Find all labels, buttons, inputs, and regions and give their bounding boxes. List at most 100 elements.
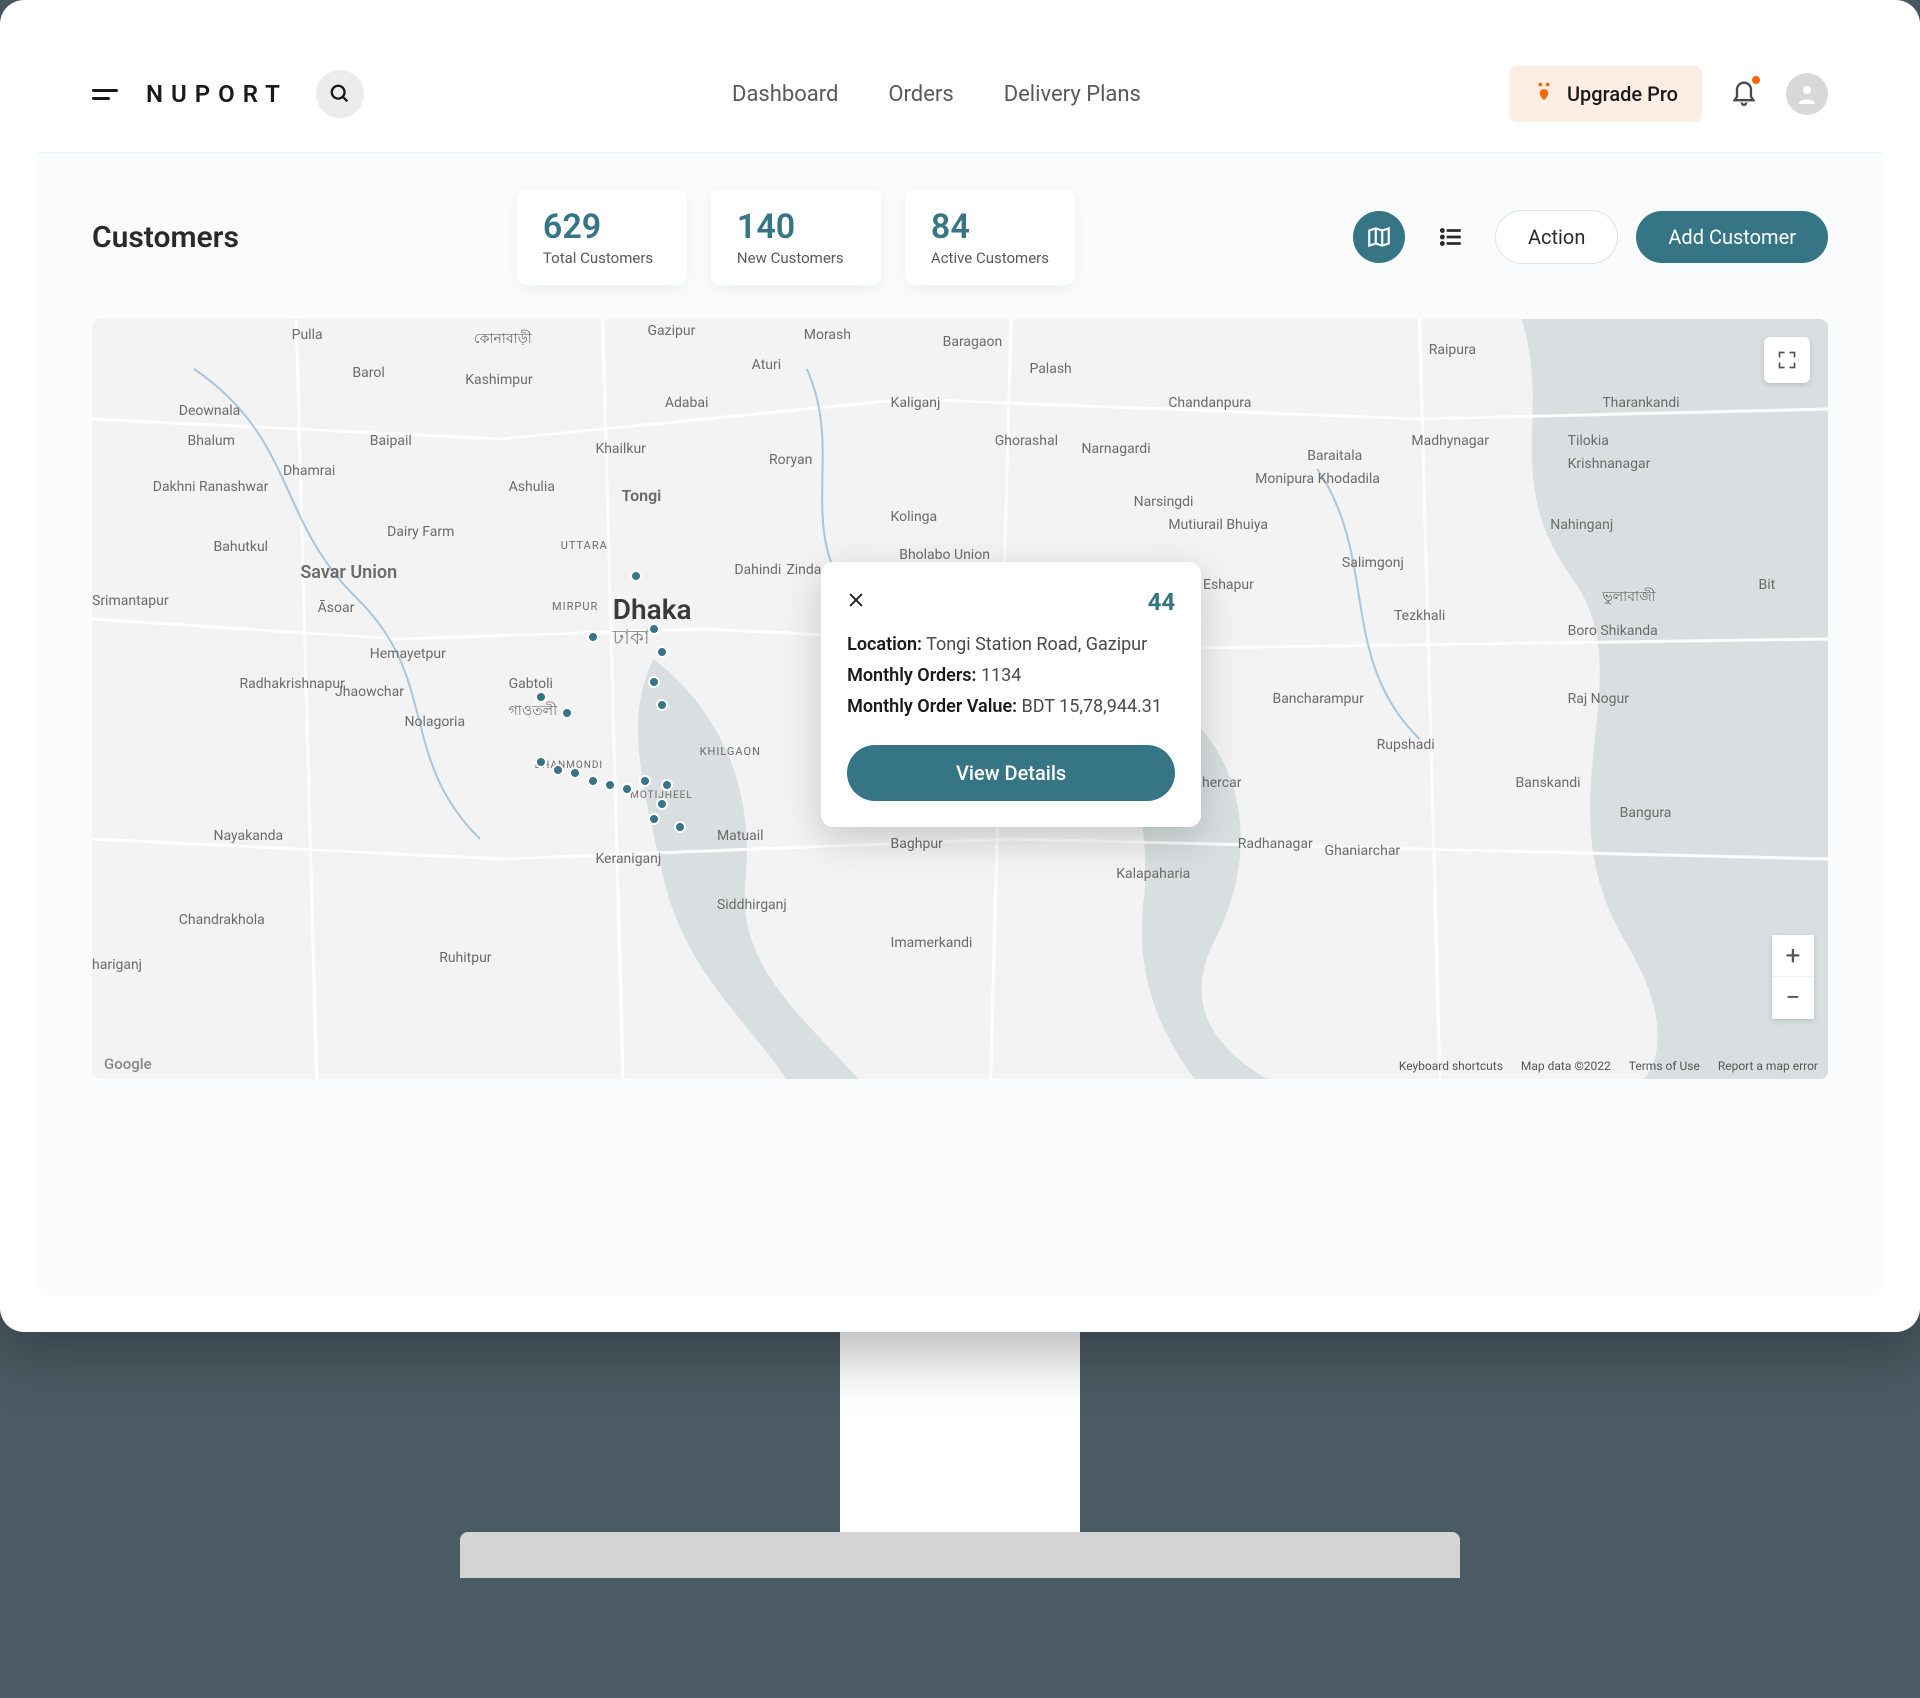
map-label-madhynagar: Madhynagar	[1411, 433, 1489, 449]
customer-marker[interactable]	[621, 783, 633, 795]
map-label-gaotali: গাওতলী	[509, 699, 557, 723]
nav-delivery-plans[interactable]: Delivery Plans	[1004, 82, 1141, 107]
keyboard-shortcuts-link[interactable]: Keyboard shortcuts	[1399, 1059, 1503, 1073]
action-button[interactable]: Action	[1495, 210, 1618, 264]
map-label-roryan: Roryan	[769, 452, 812, 468]
map-canvas[interactable]: Dhaka ঢাকা Tongi Savar Union Gazipur UTT…	[92, 319, 1828, 1079]
map-label-matuail: Matuail	[717, 828, 764, 844]
notifications-button[interactable]	[1730, 78, 1758, 110]
view-toggle	[1353, 211, 1477, 263]
customer-marker[interactable]	[604, 779, 616, 791]
stats-group: 629 Total Customers 140 New Customers 84…	[517, 189, 1075, 285]
upgrade-pro-button[interactable]: Upgrade Pro	[1509, 66, 1702, 122]
map-label-baraitala: Baraitala	[1307, 448, 1362, 464]
map-label-baghpur: Baghpur	[891, 836, 943, 852]
stat-value: 140	[737, 207, 855, 247]
customer-marker[interactable]	[648, 676, 660, 688]
zoom-in-button[interactable]: +	[1772, 935, 1814, 977]
page-title: Customers	[92, 220, 239, 255]
brand-logo: NUPORT	[146, 80, 288, 108]
map-label-narsingdi: Narsingdi	[1134, 494, 1194, 510]
map-label-barol: Barol	[352, 365, 384, 381]
fullscreen-button[interactable]	[1764, 337, 1810, 383]
nav-orders[interactable]: Orders	[888, 82, 953, 107]
popup-close-button[interactable]	[847, 590, 865, 614]
map-label-dhaka-bn: ঢাকা	[613, 623, 650, 656]
map-label-asoar: Āsoar	[318, 600, 355, 616]
map-label-uttara: UTTARA	[561, 539, 608, 552]
popup-customer-id: 44	[1148, 588, 1176, 616]
map-container: Dhaka ঢাকা Tongi Savar Union Gazipur UTT…	[92, 319, 1828, 1079]
add-customer-button[interactable]: Add Customer	[1636, 211, 1828, 263]
customer-marker[interactable]	[561, 707, 573, 719]
map-label-mirpur: MIRPUR	[552, 600, 598, 613]
zoom-out-button[interactable]: −	[1772, 977, 1814, 1019]
google-attribution: Google	[104, 1055, 152, 1073]
customer-marker[interactable]	[630, 570, 642, 582]
view-details-button[interactable]: View Details	[847, 745, 1175, 801]
map-label-tezkhali: Tezkhali	[1394, 608, 1445, 624]
map-label-bahutkul: Bahutkul	[214, 539, 269, 555]
popup-value-value: BDT 15,78,944.31	[1022, 696, 1163, 717]
customer-marker[interactable]	[648, 813, 660, 825]
stat-active-customers: 84 Active Customers	[905, 189, 1075, 285]
customer-marker[interactable]	[648, 623, 660, 635]
map-label-bholabo: Bholabo Union	[899, 547, 990, 563]
map-label-deownala: Deownala	[179, 403, 240, 419]
profile-avatar[interactable]	[1786, 73, 1828, 115]
customer-marker[interactable]	[639, 775, 651, 787]
map-label-radhanagar: Radhanagar	[1238, 836, 1313, 852]
main-nav: Dashboard Orders Delivery Plans	[732, 82, 1141, 107]
stat-new-customers: 140 New Customers	[711, 189, 881, 285]
popup-orders-row: Monthly Orders: 1134	[847, 665, 1175, 686]
customer-marker[interactable]	[587, 775, 599, 787]
map-icon	[1366, 224, 1392, 250]
customer-marker[interactable]	[535, 756, 547, 768]
search-button[interactable]	[316, 70, 364, 118]
map-label-monipura: Monipura Khodadila	[1255, 471, 1380, 487]
map-label-dahindi: Dahindi	[734, 562, 781, 578]
map-label-hemayetpur: Hemayetpur	[370, 646, 446, 662]
upgrade-label: Upgrade Pro	[1567, 82, 1678, 106]
customer-marker[interactable]	[535, 691, 547, 703]
map-label-radhakrishnapur: Radhakrishnapur	[240, 676, 345, 692]
map-label-ghaniarchar: Ghaniarchar	[1325, 843, 1401, 859]
map-label-dhamrai: Dhamrai	[283, 463, 335, 479]
customer-marker[interactable]	[552, 764, 564, 776]
popup-value-label: Monthly Order Value:	[847, 696, 1017, 717]
map-label-krishnanagar: Krishnanagar	[1568, 456, 1651, 472]
fullscreen-icon	[1777, 350, 1797, 370]
report-error-link[interactable]: Report a map error	[1718, 1059, 1818, 1073]
menu-toggle[interactable]	[92, 89, 118, 100]
map-label-khilgaon: KHILGAON	[700, 745, 761, 758]
customer-marker[interactable]	[656, 798, 668, 810]
terms-link[interactable]: Terms of Use	[1629, 1059, 1700, 1073]
map-label-rajnogur: Raj Nogur	[1568, 691, 1629, 707]
map-label-pulla: Pulla	[292, 327, 323, 343]
popup-value-row: Monthly Order Value: BDT 15,78,944.31	[847, 696, 1175, 717]
customer-marker[interactable]	[674, 821, 686, 833]
customer-marker[interactable]	[587, 631, 599, 643]
map-label-narnagardi: Narnagardi	[1082, 441, 1151, 457]
map-data-label: Map data ©2022	[1521, 1059, 1611, 1073]
map-label-tongi: Tongi	[621, 486, 661, 505]
list-view-button[interactable]	[1425, 211, 1477, 263]
popup-orders-label: Monthly Orders:	[847, 665, 976, 686]
customer-marker[interactable]	[656, 646, 668, 658]
map-label-savar: Savar Union	[300, 562, 397, 583]
map-label-siddhirganj: Siddhirganj	[717, 897, 787, 913]
map-attribution: Keyboard shortcuts Map data ©2022 Terms …	[1399, 1059, 1818, 1073]
map-label-bhalum: Bhalum	[187, 433, 234, 449]
map-label-tharankandi: Tharankandi	[1602, 395, 1679, 411]
stat-label: New Customers	[737, 249, 855, 267]
map-view-button[interactable]	[1353, 211, 1405, 263]
nav-dashboard[interactable]: Dashboard	[732, 82, 838, 107]
stat-label: Active Customers	[931, 249, 1049, 267]
topbar: NUPORT Dashboard Orders Delivery Plans U…	[36, 36, 1884, 153]
map-label-gabtoli: Gabtoli	[509, 676, 553, 692]
map-label-dhaka: Dhaka	[613, 593, 692, 626]
map-label-chandrakhola: Chandrakhola	[179, 912, 265, 928]
popup-location-value: Tongi Station Road, Gazipur	[926, 634, 1147, 655]
map-label-rupshadi: Rupshadi	[1377, 737, 1435, 753]
map-label-nayakanda: Nayakanda	[214, 828, 284, 844]
